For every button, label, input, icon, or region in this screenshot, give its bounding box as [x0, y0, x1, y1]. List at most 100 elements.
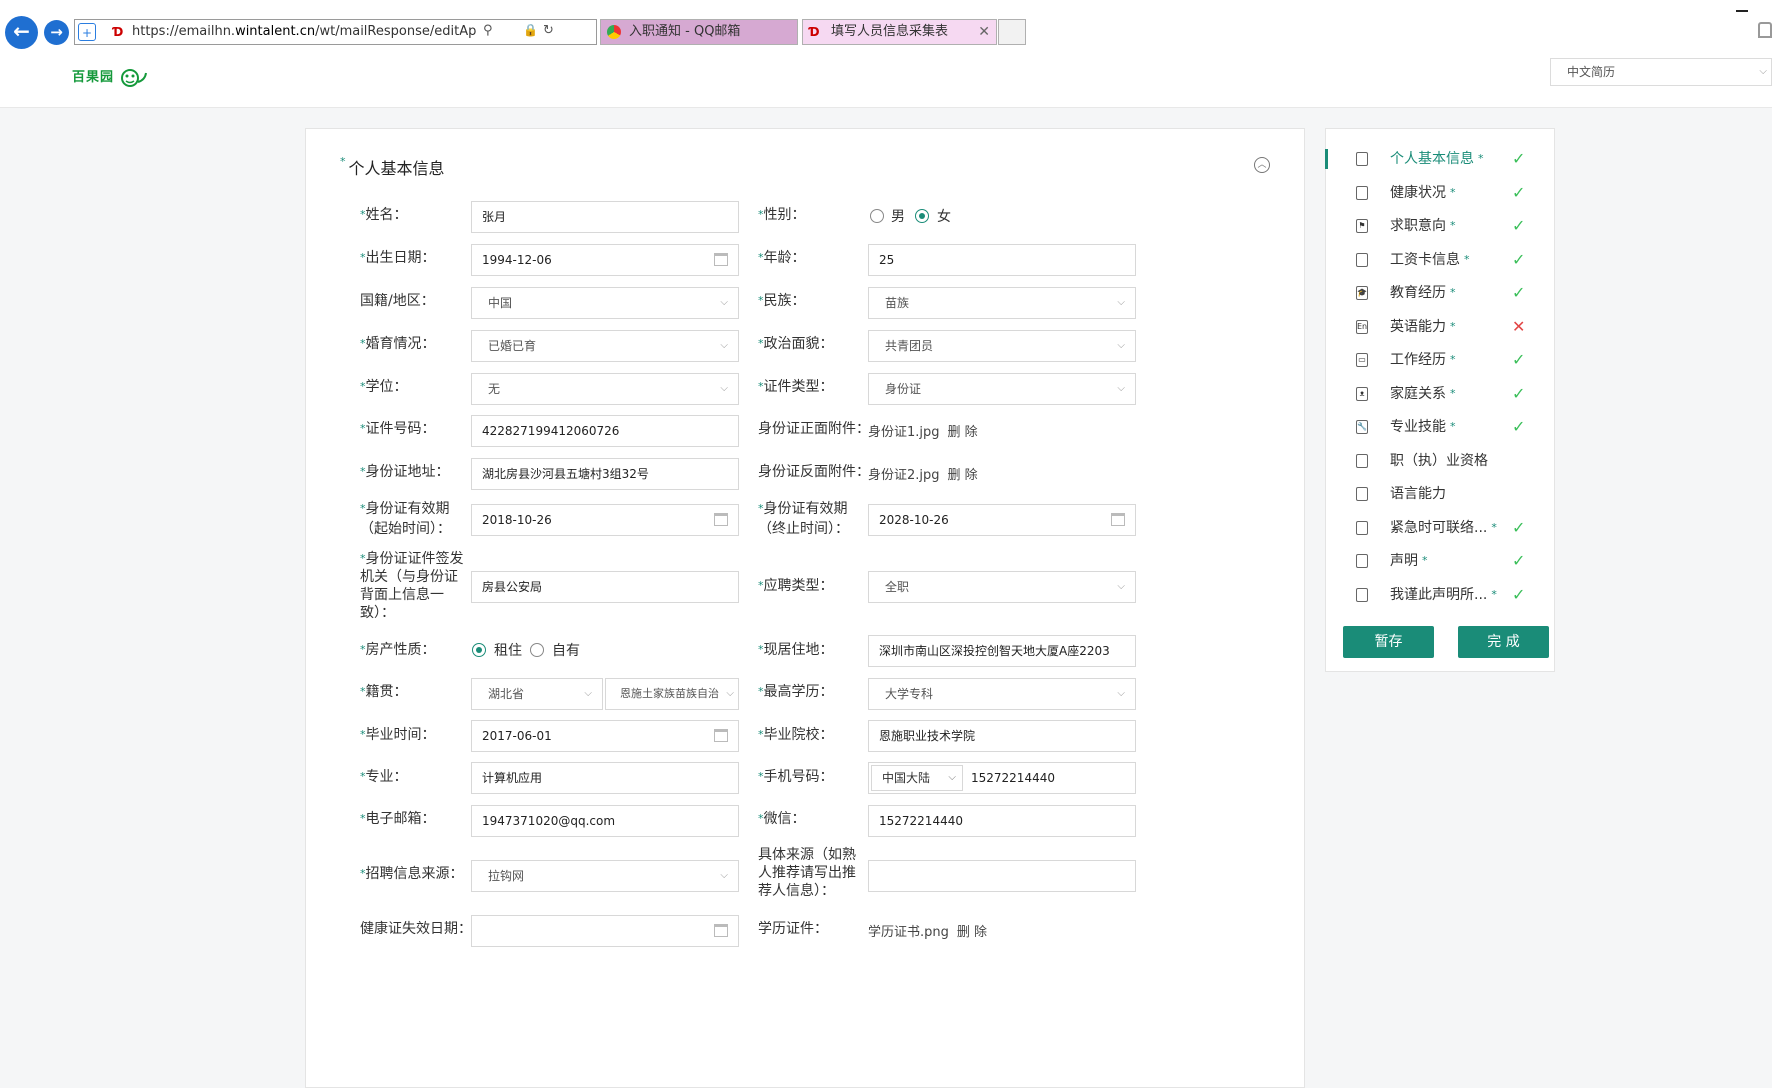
form-icon: [1356, 185, 1368, 200]
security-shield-icon[interactable]: +: [78, 23, 96, 41]
political-select[interactable]: 共青团员 ⌵: [868, 330, 1136, 362]
chevron-down-icon: ⌵: [720, 870, 728, 881]
required-marker: *: [1491, 587, 1497, 601]
mobile-region-select[interactable]: 中国大陆 ⌵: [871, 765, 963, 791]
required-marker: *: [1422, 554, 1428, 567]
edu-cert-file-link[interactable]: 学历证书.png: [868, 925, 949, 940]
chevron-down-icon: ⌵: [720, 297, 728, 308]
birth-date-input[interactable]: 1994-12-06: [471, 244, 739, 276]
sidebar-item-label: 个人基本信息 *: [1390, 151, 1484, 167]
housing-rent-radio[interactable]: [472, 643, 486, 657]
major-label: *专业：: [360, 769, 408, 785]
source-detail-input[interactable]: [868, 860, 1136, 892]
calendar-icon[interactable]: [714, 729, 728, 742]
health-expiry-label: 健康证失效日期：: [360, 921, 472, 937]
finish-button[interactable]: 完 成: [1458, 626, 1549, 658]
sidebar-item-label: 我谨此声明所... *: [1390, 586, 1497, 603]
mobile-input[interactable]: 15272214440: [971, 763, 1055, 793]
sidebar-item-label: 工作经历 *: [1390, 352, 1456, 368]
major-input[interactable]: 计算机应用: [471, 762, 739, 794]
current-address-label: *现居住地：: [758, 642, 834, 658]
sidebar-item-label: 健康状况 *: [1390, 184, 1456, 201]
id-valid-end-input[interactable]: 2028-10-26: [868, 504, 1136, 536]
id-back-delete-link[interactable]: 删 除: [948, 468, 978, 483]
language-select[interactable]: 中文简历 ⌵: [1550, 58, 1772, 86]
chevron-down-icon: ⌵: [1117, 383, 1125, 394]
status-ok-icon: ✓: [1512, 149, 1526, 168]
id-type-select[interactable]: 身份证 ⌵: [868, 373, 1136, 405]
new-tab-button[interactable]: [998, 19, 1026, 45]
sidebar-item-label: 求职意向 *: [1390, 218, 1456, 234]
chevron-down-icon: ⌵: [720, 383, 728, 394]
housing-rent-text: 租住: [494, 643, 522, 659]
tab-info-form[interactable]: Ɗ 填写人员信息采集表 ✕: [802, 19, 997, 45]
job-type-select[interactable]: 全职 ⌵: [868, 571, 1136, 603]
sidebar-item-label: 声明 *: [1390, 553, 1428, 569]
age-input[interactable]: 25: [868, 244, 1136, 276]
ethnicity-select[interactable]: 苗族 ⌵: [868, 287, 1136, 319]
refresh-icon[interactable]: ↻: [543, 23, 554, 38]
status-ok-icon: ✓: [1512, 584, 1526, 604]
id-type-label: *证件类型：: [758, 379, 834, 395]
calendar-icon[interactable]: [714, 513, 728, 526]
minimize-button[interactable]: [1736, 0, 1748, 12]
birth-label: *出生日期：: [360, 250, 436, 266]
close-icon[interactable]: ✕: [978, 20, 990, 44]
flag-icon: ⚑: [1356, 219, 1368, 233]
search-icon[interactable]: ⚲: [483, 23, 493, 38]
form-icon: [1356, 453, 1368, 468]
calendar-icon[interactable]: [1111, 513, 1125, 526]
save-draft-button[interactable]: 暂存: [1343, 626, 1434, 658]
edu-cert-attachment: 学历证书.png 删 除: [868, 921, 987, 940]
id-number-input[interactable]: 422827199412060726: [471, 415, 739, 447]
gender-label: *性别：: [758, 207, 806, 223]
marital-select[interactable]: 已婚已育 ⌵: [471, 330, 739, 362]
sidebar-item-label: 语言能力: [1390, 486, 1446, 502]
graduation-label: *毕业时间：: [360, 727, 436, 743]
current-address-input[interactable]: 深圳市南山区深投控创智天地大厦A座2203: [868, 635, 1136, 667]
home-icon[interactable]: [1758, 22, 1772, 38]
back-button[interactable]: ←: [5, 16, 38, 49]
calendar-icon[interactable]: [714, 924, 728, 937]
chevron-down-icon: ⌵: [1117, 688, 1125, 699]
health-expiry-input[interactable]: [471, 915, 739, 947]
forward-button[interactable]: →: [44, 20, 69, 45]
id-issuer-input[interactable]: 房县公安局: [471, 571, 739, 603]
status-ok-icon: ✓: [1512, 551, 1526, 570]
collapse-icon[interactable]: ︿: [1254, 157, 1270, 173]
housing-own-radio[interactable]: [530, 643, 544, 657]
housing-label: *房产性质：: [360, 642, 436, 658]
wechat-input[interactable]: 15272214440: [868, 805, 1136, 837]
calendar-icon[interactable]: [714, 253, 728, 266]
gender-male-radio[interactable]: [870, 209, 884, 223]
education-select[interactable]: 大学专科 ⌵: [868, 678, 1136, 710]
marital-label: *婚育情况：: [360, 336, 436, 352]
source-select[interactable]: 拉钩网 ⌵: [471, 860, 739, 892]
id-issuer-label: *身份证证件签发 机关（与身份证 背面上信息一 致）：: [360, 551, 464, 621]
school-input[interactable]: 恩施职业技术学院: [868, 720, 1136, 752]
id-front-attachment: 身份证1.jpg 删 除: [868, 421, 978, 440]
gender-female-radio[interactable]: [915, 209, 929, 223]
graduation-date-input[interactable]: 2017-06-01: [471, 720, 739, 752]
chevron-down-icon: ⌵: [948, 772, 956, 783]
ethnicity-label: *民族：: [758, 293, 806, 309]
address-bar[interactable]: + Ɗ https://emailhn.wintalent.cn/wt/mail…: [74, 19, 597, 45]
id-front-delete-link[interactable]: 删 除: [948, 425, 978, 440]
name-input[interactable]: 张月: [471, 201, 739, 233]
nationality-select[interactable]: 中国 ⌵: [471, 287, 739, 319]
sidebar-item-label: 专业技能 *: [1390, 419, 1456, 435]
id-back-file-link[interactable]: 身份证2.jpg: [868, 468, 940, 483]
native-prefecture-select[interactable]: 恩施土家族苗族自治 ⌵: [605, 678, 739, 710]
job-type-label: *应聘类型：: [758, 578, 834, 594]
browser-toolbar: ← → + Ɗ https://emailhn.wintalent.cn/wt/…: [0, 0, 1772, 50]
english-icon: En: [1356, 319, 1368, 334]
email-input[interactable]: 1947371020@qq.com: [471, 805, 739, 837]
native-province-select[interactable]: 湖北省 ⌵: [471, 678, 603, 710]
id-front-file-link[interactable]: 身份证1.jpg: [868, 425, 940, 440]
id-valid-start-input[interactable]: 2018-10-26: [471, 504, 739, 536]
tab-qq-mail[interactable]: 入职通知 - QQ邮箱: [600, 19, 798, 45]
id-address-input[interactable]: 湖北房县沙河县五塘村3组32号: [471, 458, 739, 490]
degree-select[interactable]: 无 ⌵: [471, 373, 739, 405]
url-text[interactable]: https://emailhn.wintalent.cn/wt/mailResp…: [132, 24, 477, 39]
edu-cert-delete-link[interactable]: 删 除: [957, 925, 987, 940]
